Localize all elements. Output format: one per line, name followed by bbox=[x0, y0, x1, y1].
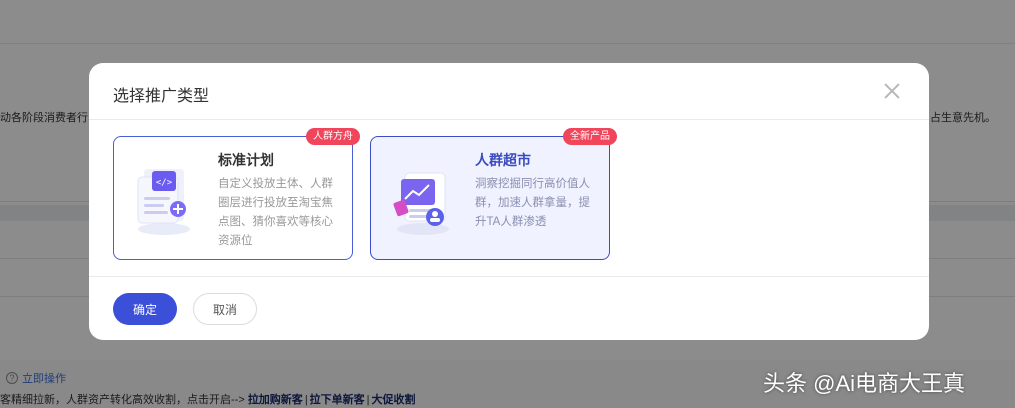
card-badge: 人群方舟 bbox=[306, 128, 360, 145]
modal-title: 选择推广类型 bbox=[113, 88, 210, 105]
crowd-chart-illustration bbox=[393, 172, 449, 235]
modal-footer: 确定 取消 bbox=[89, 276, 929, 340]
cancel-button[interactable]: 取消 bbox=[193, 293, 257, 325]
modal-header: 选择推广类型 bbox=[89, 63, 929, 120]
svg-text:</>: </> bbox=[156, 178, 173, 188]
card-list: 人群方舟 </> 标准计划 自定义投放主体、人群圈层进行投放至淘宝焦点图、猜你喜… bbox=[113, 128, 617, 260]
promotion-type-modal: 选择推广类型 人群方舟 </> 标准计划 自定义投放主体、人群圈层进行投放至淘宝… bbox=[89, 63, 929, 340]
confirm-button[interactable]: 确定 bbox=[113, 293, 177, 325]
card-crowd-market[interactable]: 全新产品 人群超市 洞察挖掘同行高价值人群，加速人群拿量，提升TA人群渗透 bbox=[370, 128, 617, 260]
card-description: 洞察挖掘同行高价值人群，加速人群拿量，提升TA人群渗透 bbox=[475, 178, 590, 228]
card-title: 人群超市 bbox=[475, 152, 531, 168]
card-title: 标准计划 bbox=[218, 152, 274, 168]
card-badge: 全新产品 bbox=[563, 128, 617, 145]
close-icon[interactable] bbox=[881, 80, 903, 102]
document-code-illustration: </> bbox=[137, 169, 190, 235]
card-description: 自定义投放主体、人群圈层进行投放至淘宝焦点图、猜你喜欢等核心资源位 bbox=[218, 178, 333, 247]
watermark: 头条 @Ai电商大王真 bbox=[763, 371, 966, 396]
card-standard-plan[interactable]: 人群方舟 </> 标准计划 自定义投放主体、人群圈层进行投放至淘宝焦点图、猜你喜… bbox=[113, 128, 360, 260]
